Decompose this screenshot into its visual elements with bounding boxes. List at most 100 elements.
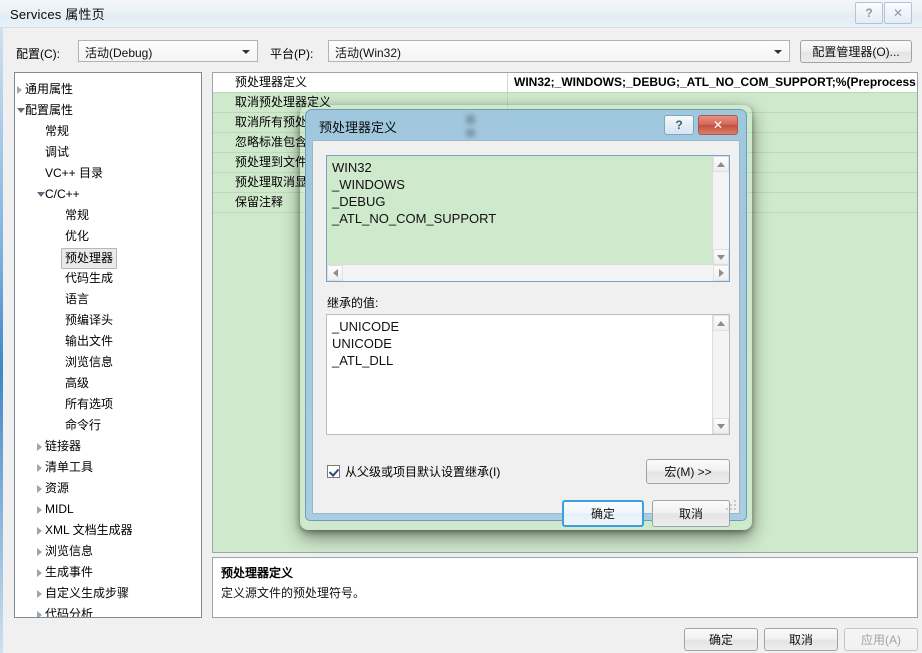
inherit-checkbox[interactable]	[327, 465, 340, 478]
property-row[interactable]: 预处理器定义 WIN32;_WINDOWS;_DEBUG;_ATL_NO_COM_…	[213, 73, 917, 93]
property-name: 预处理器定义	[213, 73, 508, 93]
scroll-down-icon[interactable]	[713, 418, 729, 434]
property-pages-window: Services 属性页 ? ✕ 配置(C): 活动(Debug) 平台(P):…	[0, 0, 922, 653]
chevron-right-icon[interactable]	[37, 485, 42, 493]
settings-tree[interactable]: 通用属性 配置属性 常规 调试 VC++ 目录 C/C++ 常规 优化 预处理器 代码生成 语言 预编…	[14, 72, 202, 618]
tree-item-label: 清单工具	[45, 460, 94, 474]
tree-item[interactable]: 清单工具	[15, 457, 201, 478]
dialog-title: 预处理器定义	[319, 120, 398, 135]
tree-item[interactable]: 生成事件	[15, 562, 201, 583]
dialog-cancel-button[interactable]: 取消	[652, 500, 730, 527]
tree-item[interactable]: MIDL	[15, 499, 201, 520]
tree-item[interactable]: 优化	[15, 226, 201, 247]
tree-item[interactable]: VC++ 目录	[15, 163, 201, 184]
tree-item-label: 语言	[65, 292, 90, 306]
tree-item[interactable]: 常规	[15, 205, 201, 226]
ok-button[interactable]: 确定	[684, 628, 758, 651]
tree-item[interactable]: 预处理器	[15, 247, 201, 269]
definitions-horizontal-scrollbar[interactable]	[327, 264, 729, 281]
tree-item-label: 命令行	[65, 418, 102, 432]
scroll-left-icon[interactable]	[327, 265, 343, 281]
tree-item[interactable]: 代码分析	[15, 604, 201, 617]
dialog-close-button[interactable]: ✕	[698, 115, 738, 135]
tree-item-label: C/C++	[45, 187, 80, 201]
definitions-vertical-scrollbar[interactable]	[712, 156, 729, 265]
tree-item-label: 预编译头	[65, 313, 114, 327]
dialog-help-button[interactable]: ?	[664, 115, 694, 135]
tree-item[interactable]: XML 文档生成器	[15, 520, 201, 541]
scroll-up-icon[interactable]	[713, 315, 729, 331]
tree-item[interactable]: 所有选项	[15, 394, 201, 415]
chevron-right-icon[interactable]	[37, 611, 42, 617]
resize-grip-icon[interactable]	[724, 498, 736, 510]
platform-label: 平台(P):	[270, 47, 314, 61]
chevron-right-icon[interactable]	[37, 548, 42, 556]
dialog-ok-button[interactable]: 确定	[562, 500, 644, 527]
scroll-down-icon[interactable]	[713, 249, 729, 265]
tree-item[interactable]: C/C++	[15, 184, 201, 205]
configuration-value: 活动(Debug)	[85, 46, 153, 60]
tree-item-label: 浏览信息	[65, 355, 114, 369]
tree-item[interactable]: 配置属性	[15, 100, 201, 121]
tree-item[interactable]: 调试	[15, 142, 201, 163]
tree-item[interactable]: 自定义生成步骤	[15, 583, 201, 604]
macros-button[interactable]: 宏(M) >>	[646, 459, 730, 484]
dialog-title-bar: 预处理器定义 ? ✕	[306, 110, 746, 140]
chevron-right-icon[interactable]	[37, 443, 42, 451]
tree-item-label: 调试	[45, 145, 70, 159]
tree-item-label: 浏览信息	[45, 544, 94, 558]
chevron-right-icon[interactable]	[17, 86, 22, 94]
tree-item-label: 优化	[65, 229, 90, 243]
tree-item[interactable]: 语言	[15, 289, 201, 310]
chevron-down-icon	[774, 50, 782, 54]
tree-item-label: 高级	[65, 376, 90, 390]
property-value[interactable]: WIN32;_WINDOWS;_DEBUG;_ATL_NO_COM_SUPPOR…	[508, 73, 917, 93]
platform-combobox[interactable]: 活动(Win32)	[328, 40, 790, 62]
scroll-up-icon[interactable]	[713, 156, 729, 172]
tree-item-label: MIDL	[45, 502, 74, 516]
chevron-right-icon[interactable]	[37, 506, 42, 514]
close-icon: ✕	[892, 6, 904, 20]
window-help-button[interactable]: ?	[855, 2, 883, 24]
inherit-checkbox-row[interactable]: 从父级或项目默认设置继承(I)	[327, 463, 500, 480]
configuration-combobox[interactable]: 活动(Debug)	[78, 40, 258, 62]
inherited-values-text: _UNICODE UNICODE _ATL_DLL	[332, 319, 400, 368]
cancel-button[interactable]: 取消	[764, 628, 838, 651]
inherited-vertical-scrollbar[interactable]	[712, 315, 729, 434]
tree-item-label: 资源	[45, 481, 70, 495]
tree-item-label: XML 文档生成器	[45, 523, 133, 537]
tree-item-label: VC++ 目录	[45, 166, 104, 180]
chevron-right-icon[interactable]	[37, 527, 42, 535]
redacted-mark	[466, 129, 475, 137]
inherited-values-label: 继承的值:	[327, 296, 379, 310]
tree-item[interactable]: 高级	[15, 373, 201, 394]
tree-item-label: 常规	[65, 208, 90, 222]
tree-item[interactable]: 链接器	[15, 436, 201, 457]
chevron-right-icon[interactable]	[37, 590, 42, 598]
configuration-manager-button[interactable]: 配置管理器(O)...	[800, 40, 912, 63]
tree-item-label: 自定义生成步骤	[45, 586, 130, 600]
window-close-button[interactable]: ✕	[884, 2, 912, 24]
chevron-right-icon[interactable]	[37, 569, 42, 577]
scroll-right-icon[interactable]	[713, 265, 729, 281]
tree-item[interactable]: 代码生成	[15, 268, 201, 289]
tree-item[interactable]: 浏览信息	[15, 352, 201, 373]
tree-item[interactable]: 浏览信息	[15, 541, 201, 562]
tree-item-label: 代码生成	[65, 271, 114, 285]
chevron-down-icon[interactable]	[37, 192, 45, 197]
chevron-right-icon[interactable]	[37, 464, 42, 472]
tree-item[interactable]: 资源	[15, 478, 201, 499]
tree-item[interactable]: 命令行	[15, 415, 201, 436]
tree-item-label: 链接器	[45, 439, 82, 453]
tree-item[interactable]: 输出文件	[15, 331, 201, 352]
tree-item[interactable]: 预编译头	[15, 310, 201, 331]
description-title: 预处理器定义	[221, 566, 294, 580]
tree-item[interactable]: 通用属性	[15, 73, 201, 100]
definitions-textarea[interactable]: WIN32 _WINDOWS _DEBUG _ATL_NO_COM_SUPPOR…	[326, 155, 730, 282]
chevron-down-icon[interactable]	[17, 108, 25, 113]
question-mark-icon: ?	[865, 6, 873, 20]
dialog-content: WIN32 _WINDOWS _DEBUG _ATL_NO_COM_SUPPOR…	[312, 140, 740, 527]
preprocessor-definitions-dialog: 预处理器定义 ? ✕ WIN32 _WINDOWS _DEBUG _ATL_NO…	[305, 109, 747, 527]
tree-item[interactable]: 常规	[15, 121, 201, 142]
inherited-values-list[interactable]: _UNICODE UNICODE _ATL_DLL	[326, 314, 730, 435]
